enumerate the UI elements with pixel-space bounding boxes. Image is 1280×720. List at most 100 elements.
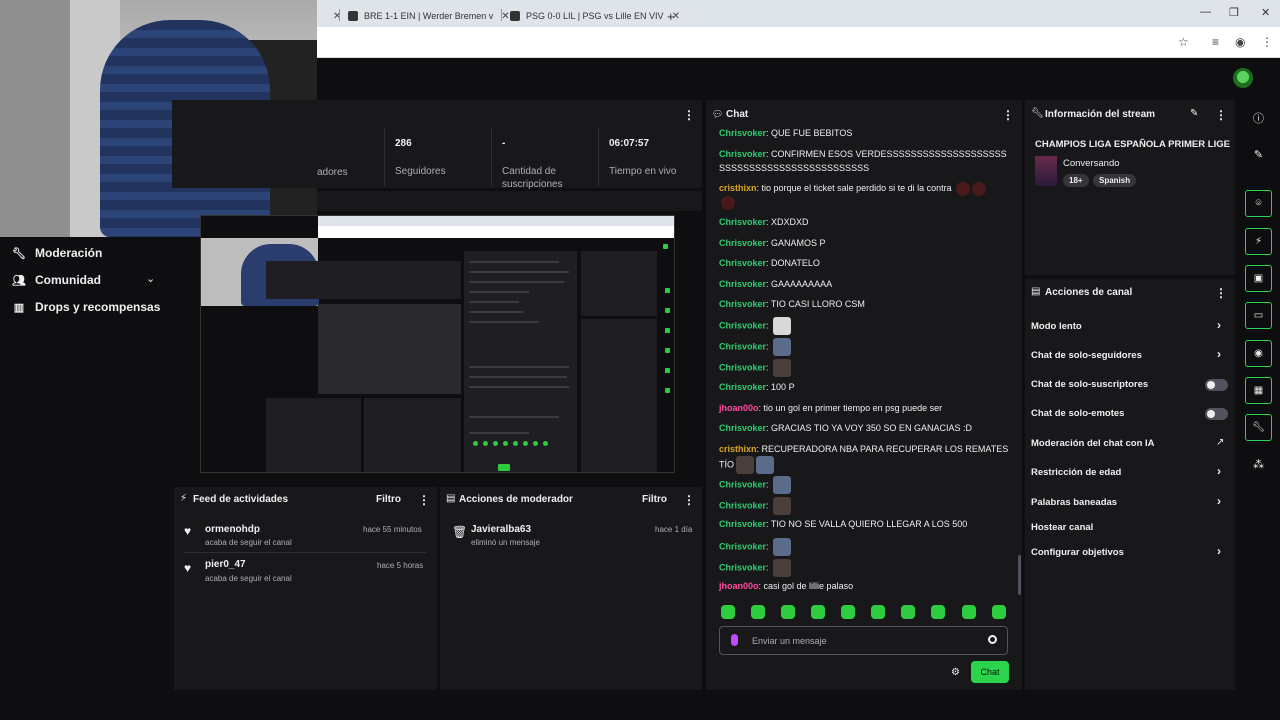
activity-filter-button[interactable]: Filtro [376,494,401,505]
tag-badge[interactable]: 18+ [1063,174,1089,187]
channel-actions-more-icon[interactable]: ⋮ [1215,286,1227,300]
chat-username[interactable]: Chrisvoker [719,258,766,268]
chat-username[interactable]: Chrisvoker [719,320,766,330]
category-thumbnail[interactable] [1035,156,1057,186]
chat-scrollbar[interactable] [1018,555,1021,595]
chat-username[interactable]: Chrisvoker [719,479,766,489]
chat-username[interactable]: Chrisvoker [719,341,766,351]
browser-tab-psg[interactable]: PSG 0-0 LIL | PSG vs Lille EN VIV ✕ [510,5,680,27]
activity-username[interactable]: ormenohdp [205,524,260,535]
external-link-icon[interactable]: ↗ [1216,437,1224,448]
emote-shortcut-icon[interactable] [811,605,825,619]
browser-menu-icon[interactable]: ⋮ [1261,35,1273,49]
tag-badge[interactable]: Spanish [1093,174,1137,187]
action-goals[interactable]: Configurar objetivos [1031,547,1124,558]
mod-more-icon[interactable]: ⋮ [683,493,695,507]
chat-username[interactable]: jhoan00o [719,581,759,591]
chat-username[interactable]: Chrisvoker [719,217,766,227]
emote-picker-icon[interactable] [988,635,997,644]
chat-username[interactable]: Chrisvoker [719,362,766,372]
chat-username[interactable]: Chrisvoker [719,128,766,138]
microphone-icon[interactable] [731,634,738,646]
stats-more-icon[interactable]: ⋮ [683,108,695,122]
emote-shortcut-icon[interactable] [962,605,976,619]
activity-username[interactable]: pier0_47 [205,559,246,570]
emote-shortcut-icon[interactable] [751,605,765,619]
chat-username[interactable]: jhoan00o [719,403,759,413]
pencil-icon[interactable]: ✎ [1245,141,1272,168]
chevron-right-icon[interactable]: › [1217,544,1221,558]
bookmark-star-icon[interactable]: ☆ [1178,35,1189,49]
chat-username[interactable]: Chrisvoker [719,541,766,551]
emotes-only-toggle[interactable] [1205,408,1228,420]
chat-username[interactable]: Chrisvoker [719,279,766,289]
extensions-icon[interactable]: ⁂ [1245,451,1272,478]
chat-more-icon[interactable]: ⋮ [1002,108,1014,122]
wrench-icon[interactable]: 🔧︎ [1245,414,1272,441]
chat-username[interactable]: Chrisvoker [719,423,766,433]
chat-input-box[interactable] [719,626,1008,655]
stream-info-more-icon[interactable]: ⋮ [1215,108,1227,122]
tab-close-icon[interactable]: ✕ [501,11,509,22]
emote-shortcut-icon[interactable] [781,605,795,619]
browser-tab-bremen[interactable]: BRE 1-1 EIN | Werder Bremen v ✕ [348,5,510,27]
action-slow-mode[interactable]: Modo lento [1031,321,1082,332]
action-followers-only[interactable]: Chat de solo-seguidores [1031,350,1142,361]
chat-username[interactable]: cristhixn [719,183,757,193]
chevron-right-icon[interactable]: › [1217,464,1221,478]
new-tab-button[interactable]: + [667,5,675,27]
chat-username[interactable]: Chrisvoker [719,562,766,572]
restore-icon[interactable]: ❐ [1229,6,1239,19]
stream-category[interactable]: Conversando [1063,158,1120,169]
media-control-icon[interactable]: ≡ [1212,35,1219,49]
avatar[interactable] [1233,68,1253,88]
chat-username[interactable]: Chrisvoker [719,519,766,529]
emote-shortcut-icon[interactable] [721,605,735,619]
sidebar-item-drops[interactable]: ▥ Drops y recompensas [12,300,161,314]
chat-send-button[interactable]: Chat [971,661,1009,683]
mod-filter-button[interactable]: Filtro [642,494,667,505]
chat-username[interactable]: Chrisvoker [719,238,766,248]
broadcast-icon[interactable]: ◉ [1245,340,1272,367]
sidebar-item-moderacion[interactable]: 🔧︎ Moderación [12,246,102,260]
window-close-icon[interactable]: ✕ [1261,6,1270,19]
chat-username[interactable]: Chrisvoker [719,500,766,510]
stream-preview[interactable] [200,215,675,473]
clipboard-icon[interactable]: ▣ [1245,265,1272,292]
chevron-right-icon[interactable]: › [1217,347,1221,361]
record-icon[interactable]: ⌾ [1245,190,1272,217]
stat-live-time: 06:07:57 Tiempo en vivo [609,138,676,178]
action-banned-words[interactable]: Palabras baneadas [1031,497,1117,508]
chevron-right-icon[interactable]: › [1217,318,1221,332]
action-age-restriction[interactable]: Restricción de edad [1031,467,1121,478]
lightning-icon[interactable]: ⚡︎ [1245,228,1272,255]
chevron-right-icon[interactable]: › [1217,494,1221,508]
chat-message-input[interactable] [752,633,972,649]
profile-icon[interactable]: ◉ [1235,35,1245,49]
tab-close-icon[interactable]: ✕ [333,11,341,22]
emote-shortcut-icon[interactable] [841,605,855,619]
activity-more-icon[interactable]: ⋮ [418,493,430,507]
edit-pencil-icon[interactable]: ✎ [1190,108,1198,119]
emote-shortcut-icon[interactable] [931,605,945,619]
action-ai-moderation[interactable]: Moderación del chat con IA [1031,438,1155,449]
layout-icon[interactable]: ▦ [1245,377,1272,404]
chat-username[interactable]: Chrisvoker [719,149,766,159]
chat-username[interactable]: cristhixn [719,444,757,454]
emote-shortcut-icon[interactable] [992,605,1006,619]
mod-username[interactable]: Javieralba63 [471,524,531,535]
address-bar[interactable]: ☆ ≡ ◉ ⋮ [317,27,1280,58]
emote-shortcut-icon[interactable] [871,605,885,619]
minimize-icon[interactable]: — [1200,6,1211,18]
action-host-channel[interactable]: Hostear canal [1031,522,1093,533]
subscribers-only-toggle[interactable] [1205,379,1228,391]
chevron-down-icon[interactable]: ⌄ [146,272,155,285]
chat-username[interactable]: Chrisvoker [719,382,766,392]
emote-shortcut-icon[interactable] [901,605,915,619]
chat-icon[interactable]: ▭ [1245,302,1272,329]
chat-username[interactable]: Chrisvoker [719,299,766,309]
sidebar-item-comunidad[interactable]: 👥︎ Comunidad [12,273,101,287]
gear-icon[interactable]: ⚙ [951,667,960,678]
info-icon[interactable]: ⓘ [1245,104,1272,131]
plus-icon[interactable]: + [667,9,675,24]
